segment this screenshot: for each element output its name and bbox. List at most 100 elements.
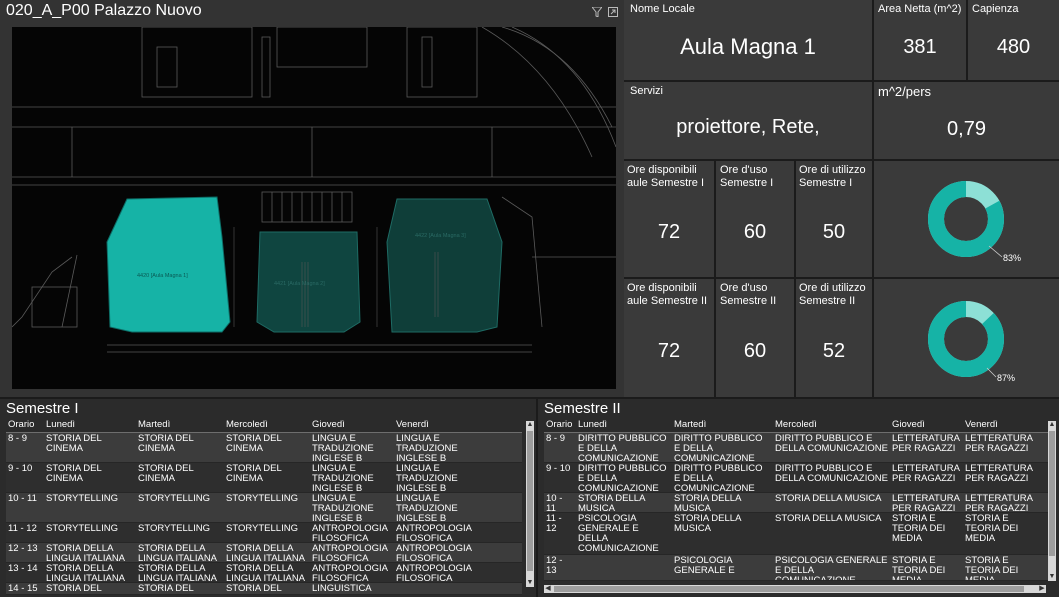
- course-cell: STORYTELLING: [226, 523, 298, 534]
- scroll-down-icon[interactable]: ▼: [1048, 573, 1056, 581]
- course-cell: DIRITTO PUBBLICO E DELLA COMUNICAZIONE: [674, 433, 763, 463]
- column-header[interactable]: Martedì: [672, 419, 773, 432]
- semestre-2-scrollbar[interactable]: ▲ ▼: [1048, 421, 1056, 581]
- m2-pers-label: m^2/pers: [878, 84, 932, 99]
- course-cell: DIRITTO PUBBLICO E DELLA COMUNICAZIONE: [775, 433, 888, 454]
- capienza-value: 480: [996, 36, 1031, 58]
- table-header-row: Orario Lunedì Martedì Mercoledì Giovedì Vener…: [6, 419, 522, 433]
- map-toolbar: [590, 4, 618, 22]
- course-cell: STORIA E TEORIA DEI MEDIA: [965, 513, 1019, 544]
- room-aula-magna-3: [386, 198, 503, 333]
- column-header[interactable]: Venerdì: [963, 419, 1045, 432]
- course-cell: STORIA DELLA MUSICA: [578, 493, 645, 513]
- ore-disponibili-sem1-value: 72: [657, 221, 681, 243]
- course-cell: STORIA DELLA LINGUA ITALIANA: [46, 543, 126, 563]
- ore-uso-sem1-label: Ore d'uso Semestre I: [720, 164, 774, 189]
- m2-pers-value: 0,79: [947, 118, 986, 140]
- course-cell: STORIA DELLA LINGUA ITALIANA: [226, 563, 306, 583]
- column-header[interactable]: Giovedì: [890, 419, 963, 432]
- semestre-1-scrollbar[interactable]: ▲ ▼: [526, 421, 534, 587]
- course-cell: DIRITTO PUBBLICO E DELLA COMUNICAZIONE: [578, 463, 667, 493]
- servizi-value: proiettore, Rete,: [676, 116, 820, 138]
- course-cell: STORIA DEL: [226, 583, 282, 594]
- course-cell: STORIA DEL CINEMA: [226, 433, 282, 454]
- ore-uso-sem1-card: Ore d'uso Semestre I 60: [716, 161, 794, 277]
- scroll-up-icon[interactable]: ▲: [1048, 421, 1056, 429]
- course-cell: LINGUA E TRADUZIONE INGLESE B: [312, 493, 374, 523]
- course-cell: PSICOLOGIA GENERALE E DELLA COMUNICAZION…: [578, 513, 659, 554]
- scroll-thumb[interactable]: [527, 431, 533, 571]
- semestre-1-title: Semestre I: [6, 400, 79, 417]
- course-cell: LETTERATURA PER RAGAZZI: [965, 433, 1033, 454]
- course-cell: LINGUA E TRADUZIONE INGLESE B: [312, 433, 374, 463]
- course-cell: ANTROPOLOGIA FILOSOFICA: [312, 543, 388, 563]
- column-header[interactable]: Martedì: [136, 419, 224, 432]
- time-slot-cell: 13 - 14: [8, 563, 38, 574]
- course-cell: DIRITTO PUBBLICO E DELLA COMUNICAZIONE: [674, 463, 763, 493]
- scroll-down-icon[interactable]: ▼: [526, 579, 534, 587]
- course-cell: STORYTELLING: [138, 493, 210, 504]
- course-cell: STORIA DELLA MUSICA: [674, 513, 741, 534]
- time-slot-cell: 8 - 9: [546, 433, 566, 444]
- donut-chart-sem2: 87%: [928, 301, 1015, 383]
- column-header[interactable]: Orario: [6, 419, 44, 432]
- course-cell: STORIA DELLA LINGUA ITALIANA: [46, 563, 126, 583]
- table-row: 11 - 12 PSICOLOGIA GENERALE E DELLA COMUN…: [544, 513, 1049, 555]
- table-row: 9 - 10 DIRITTO PUBBLICO E DELLA COMUNICAZ…: [544, 463, 1049, 493]
- donut-chart-sem1: 83%: [928, 181, 1021, 263]
- floor-plan-map[interactable]: 4420 [Aula Magna 1] 4421 [Aula Magna 2] …: [11, 26, 617, 389]
- course-cell: STORIA DELLA MUSICA: [775, 493, 882, 504]
- ore-uso-sem2-value: 60: [743, 340, 767, 362]
- column-header[interactable]: Lunedì: [44, 419, 136, 432]
- course-cell: [576, 555, 672, 580]
- room-label-2: 4421 [Aula Magna 2]: [274, 281, 325, 287]
- column-header[interactable]: Mercoledì: [773, 419, 890, 432]
- column-header[interactable]: Mercoledì: [224, 419, 310, 432]
- course-cell: STORIA DEL: [138, 583, 194, 594]
- scroll-left-icon[interactable]: ◀: [544, 585, 552, 593]
- map-title: 020_A_P00 Palazzo Nuovo: [6, 2, 202, 19]
- course-cell: ANTROPOLOGIA FILOSOFICA: [312, 563, 388, 583]
- ore-disponibili-sem1-card: Ore disponibili aule Semestre I 72: [624, 161, 714, 277]
- course-cell: STORIA DEL CINEMA: [226, 463, 282, 484]
- room-label-3: 4422 [Aula Magna 3]: [415, 233, 466, 239]
- column-header[interactable]: Giovedì: [310, 419, 394, 432]
- focus-mode-icon[interactable]: [608, 4, 618, 22]
- course-cell: STORIA DELLA LINGUA ITALIANA: [138, 563, 218, 583]
- hscroll-thumb[interactable]: [554, 586, 1024, 592]
- donut-sem2-card: 87%: [874, 279, 1059, 397]
- column-header[interactable]: Venerdì: [394, 419, 478, 432]
- course-cell: ANTROPOLOGIA FILOSOFICA: [396, 543, 472, 563]
- scroll-right-icon[interactable]: ▶: [1038, 585, 1046, 593]
- course-cell: LINGUA E TRADUZIONE INGLESE B: [396, 463, 458, 493]
- ore-utilizzo-sem2-card: Ore di utilizzo Semestre II 52: [796, 279, 872, 397]
- semestre-2-title: Semestre II: [544, 400, 621, 417]
- time-slot-cell: 10 - 11: [8, 493, 37, 504]
- time-slot-cell: 14 - 15: [8, 583, 38, 594]
- column-header[interactable]: Orario: [544, 419, 576, 432]
- table-row: 10 - 11 STORYTELLING STORYTELLING STORYTELL…: [6, 493, 522, 523]
- course-cell: ANTROPOLOGIA FILOSOFICA: [312, 523, 388, 543]
- course-cell: STORIA DEL CINEMA: [138, 433, 194, 454]
- filter-icon[interactable]: [590, 4, 604, 22]
- column-header[interactable]: Lunedì: [576, 419, 672, 432]
- time-slot-cell: 10 - 11: [546, 493, 563, 513]
- floor-plan-panel: 020_A_P00 Palazzo Nuovo 4420 [Aula Magna…: [0, 0, 624, 397]
- course-cell: DIRITTO PUBBLICO E DELLA COMUNICAZIONE: [775, 463, 888, 484]
- scroll-up-icon[interactable]: ▲: [526, 421, 534, 429]
- semestre-2-hscrollbar[interactable]: ◀ ▶: [544, 585, 1046, 593]
- ore-disponibili-sem2-label: Ore disponibili aule Semestre II: [627, 282, 708, 307]
- area-netta-card: Area Netta (m^2) 381: [874, 0, 966, 80]
- room-label-1: 4420 [Aula Magna 1]: [137, 273, 188, 279]
- course-cell: STORIA DEL CINEMA: [46, 463, 102, 484]
- ore-disponibili-sem1-label: Ore disponibili aule Semestre I: [627, 164, 705, 189]
- table-header-row: Orario Lunedì Martedì Mercoledì Giovedì Vener…: [544, 419, 1049, 433]
- course-cell: [394, 583, 478, 594]
- course-cell: ANTROPOLOGIA FILOSOFICA: [396, 523, 472, 543]
- semestre-2-table: Orario Lunedì Martedì Mercoledì Giovedì Vener…: [544, 419, 1049, 581]
- semestre-1-table: Orario Lunedì Martedì Mercoledì Giovedì Vener…: [6, 419, 522, 595]
- scroll-thumb[interactable]: [1049, 431, 1055, 556]
- course-cell: LINGUA E TRADUZIONE INGLESE B: [396, 433, 458, 463]
- ore-disponibili-sem2-value: 72: [657, 340, 681, 362]
- area-netta-value: 381: [903, 36, 937, 58]
